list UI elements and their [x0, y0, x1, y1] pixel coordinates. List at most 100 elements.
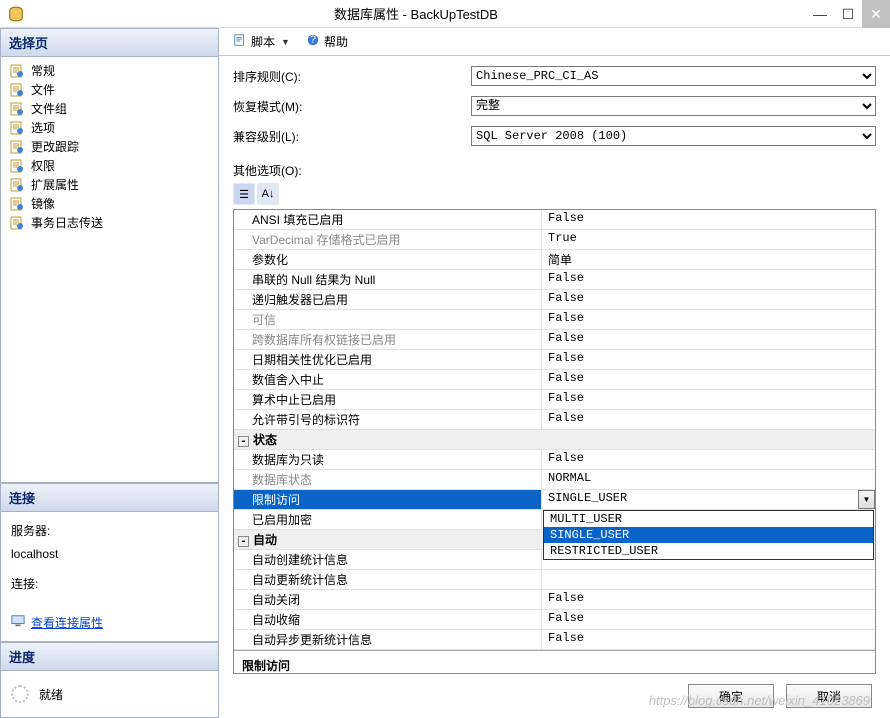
property-name: 自动异步更新统计信息	[234, 630, 542, 649]
category-row[interactable]: -状态	[234, 430, 875, 450]
property-name: 可信	[234, 310, 542, 329]
property-grid: ANSI 填充已启用FalseVarDecimal 存储格式已启用True参数化…	[233, 209, 876, 674]
left-column: 选择页 常规文件文件组选项更改跟踪权限扩展属性镜像事务日志传送 连接 服务器: …	[0, 28, 218, 718]
window-controls: — ☐ ✕	[806, 0, 890, 28]
property-value: False	[542, 610, 875, 629]
property-value: False	[542, 350, 875, 369]
dialog-buttons: 确定 取消 https://blog.csdn.net/weixin_41023…	[219, 674, 890, 718]
property-row[interactable]: ANSI 填充已启用False	[234, 210, 875, 230]
dropdown-item[interactable]: RESTRICTED_USER	[544, 543, 873, 559]
progress-header: 进度	[0, 642, 218, 671]
alphabetical-button[interactable]: A↓	[257, 183, 279, 205]
property-value[interactable]: SINGLE_USER▼	[542, 490, 875, 509]
ok-button[interactable]: 确定	[688, 684, 774, 708]
sidebar-item[interactable]: 镜像	[1, 194, 218, 213]
recovery-label: 恢复模式(M):	[233, 98, 471, 115]
property-row[interactable]: 自动收缩False	[234, 610, 875, 630]
server-label: 服务器:	[11, 522, 208, 539]
help-button[interactable]: ? 帮助	[300, 31, 354, 52]
script-button[interactable]: 脚本▼	[227, 31, 296, 52]
dropdown-item[interactable]: SINGLE_USER	[544, 527, 873, 543]
property-row[interactable]: 允许带引号的标识符False	[234, 410, 875, 430]
property-row[interactable]: VarDecimal 存储格式已启用True	[234, 230, 875, 250]
sidebar-item-label: 事务日志传送	[31, 214, 103, 231]
property-value: NORMAL	[542, 470, 875, 489]
property-row[interactable]: 算术中止已启用False	[234, 390, 875, 410]
property-row[interactable]: 自动更新统计信息	[234, 570, 875, 590]
progress-body: 就绪	[0, 671, 218, 718]
dropdown-button[interactable]: ▼	[858, 490, 875, 509]
chevron-down-icon: ▼	[281, 37, 290, 47]
property-name: 允许带引号的标识符	[234, 410, 542, 429]
property-row[interactable]: 参数化简单	[234, 250, 875, 270]
property-row[interactable]: 日期相关性优化已启用False	[234, 350, 875, 370]
property-value: False	[542, 370, 875, 389]
property-row[interactable]: 串联的 Null 结果为 NullFalse	[234, 270, 875, 290]
property-row[interactable]: 自动关闭False	[234, 590, 875, 610]
collation-select[interactable]: Chinese_PRC_CI_AS	[471, 66, 876, 86]
property-row[interactable]: 可信False	[234, 310, 875, 330]
svg-text:?: ?	[310, 34, 316, 46]
window-title: 数据库属性 - BackUpTestDB	[26, 4, 806, 23]
sidebar-item[interactable]: 文件	[1, 80, 218, 99]
property-value: False	[542, 630, 875, 649]
property-name: 数值舍入中止	[234, 370, 542, 389]
nav-list: 常规文件文件组选项更改跟踪权限扩展属性镜像事务日志传送	[0, 57, 218, 483]
sidebar-item-label: 镜像	[31, 195, 55, 212]
sidebar-item-label: 文件	[31, 81, 55, 98]
propertygrid-toolbar: ☰ A↓	[233, 183, 876, 205]
property-name: 参数化	[234, 250, 542, 269]
page-icon	[9, 82, 25, 98]
sidebar-item[interactable]: 选项	[1, 118, 218, 137]
connection-body: 服务器: localhost 连接: 查看连接属性	[0, 512, 218, 642]
sidebar-item[interactable]: 权限	[1, 156, 218, 175]
property-name: 自动更新统计信息	[234, 570, 542, 589]
connection-header: 连接	[0, 483, 218, 512]
property-value: False	[542, 290, 875, 309]
description-panel: 限制访问	[234, 650, 875, 674]
compat-select[interactable]: SQL Server 2008 (100)	[471, 126, 876, 146]
property-name: ANSI 填充已启用	[234, 210, 542, 229]
sidebar-item-label: 选项	[31, 119, 55, 136]
property-value: False	[542, 210, 875, 229]
sidebar-item[interactable]: 更改跟踪	[1, 137, 218, 156]
property-row[interactable]: 跨数据库所有权链接已启用False	[234, 330, 875, 350]
select-page-header: 选择页	[0, 28, 218, 57]
property-value	[542, 570, 875, 589]
property-row[interactable]: 数据库状态NORMAL	[234, 470, 875, 490]
page-icon	[9, 158, 25, 174]
restrict-access-dropdown[interactable]: MULTI_USERSINGLE_USERRESTRICTED_USER	[543, 510, 874, 560]
dropdown-item[interactable]: MULTI_USER	[544, 511, 873, 527]
page-icon	[9, 101, 25, 117]
sidebar-item[interactable]: 事务日志传送	[1, 213, 218, 232]
property-value: False	[542, 310, 875, 329]
property-value: False	[542, 410, 875, 429]
sidebar-item-label: 权限	[31, 157, 55, 174]
sidebar-item[interactable]: 常规	[1, 61, 218, 80]
sidebar-item-label: 更改跟踪	[31, 138, 79, 155]
cancel-button[interactable]: 取消	[786, 684, 872, 708]
sidebar-item[interactable]: 文件组	[1, 99, 218, 118]
categorized-button[interactable]: ☰	[233, 183, 255, 205]
property-name: 数据库状态	[234, 470, 542, 489]
property-name: 算术中止已启用	[234, 390, 542, 409]
property-row-selected[interactable]: 限制访问SINGLE_USER▼	[234, 490, 875, 510]
sidebar-item-label: 扩展属性	[31, 176, 79, 193]
property-value: False	[542, 330, 875, 349]
recovery-select[interactable]: 完整	[471, 96, 876, 116]
property-row[interactable]: 自动异步更新统计信息False	[234, 630, 875, 650]
close-button[interactable]: ✕	[862, 0, 890, 28]
property-row[interactable]: 数值舍入中止False	[234, 370, 875, 390]
property-value: 简单	[542, 250, 875, 269]
collapse-icon[interactable]: -	[238, 536, 249, 547]
property-row[interactable]: 数据库为只读False	[234, 450, 875, 470]
collapse-icon[interactable]: -	[238, 436, 249, 447]
sidebar-item[interactable]: 扩展属性	[1, 175, 218, 194]
view-connection-props-link[interactable]: 查看连接属性	[11, 614, 208, 631]
property-value: True	[542, 230, 875, 249]
maximize-button[interactable]: ☐	[834, 0, 862, 28]
page-icon	[9, 196, 25, 212]
property-name: 日期相关性优化已启用	[234, 350, 542, 369]
property-row[interactable]: 递归触发器已启用False	[234, 290, 875, 310]
minimize-button[interactable]: —	[806, 0, 834, 28]
